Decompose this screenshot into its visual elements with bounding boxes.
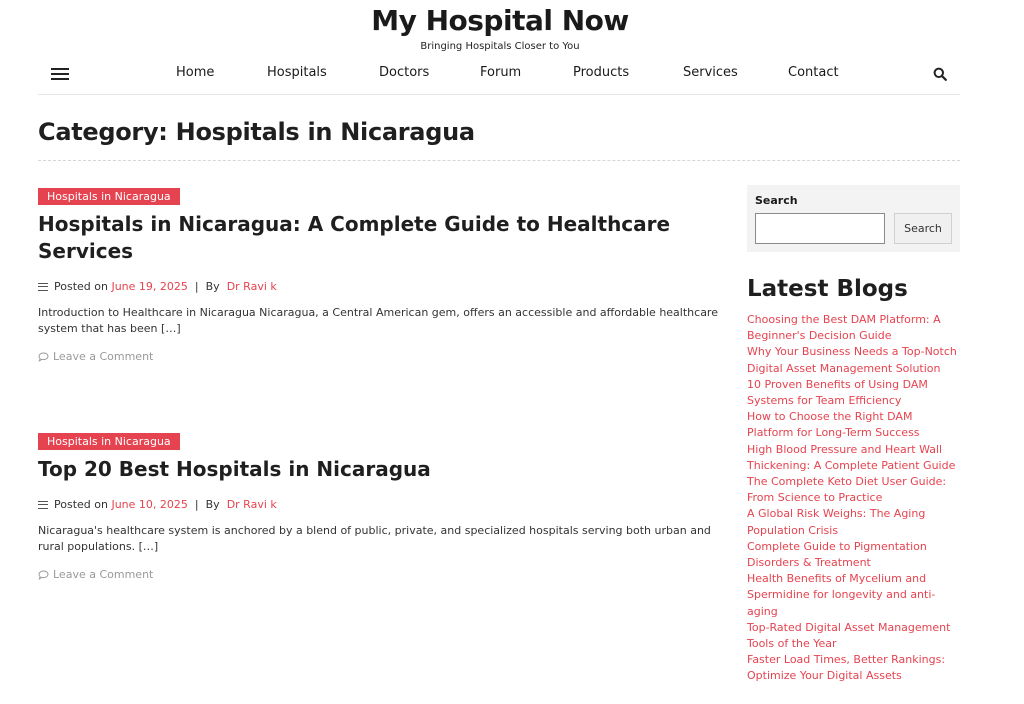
- post-excerpt: Nicaragua's healthcare system is anchore…: [38, 524, 711, 553]
- by-label: By: [205, 498, 220, 511]
- post-meta: Posted on June 19, 2025 | By Dr Ravi k: [38, 280, 718, 293]
- site-tagline: Bringing Hospitals Closer to You: [420, 41, 580, 52]
- nav-doctors[interactable]: Doctors: [379, 65, 429, 80]
- blog-link[interactable]: High Blood Pressure and Heart Wall Thick…: [747, 442, 960, 474]
- latest-blogs-list: Choosing the Best DAM Platform: A Beginn…: [747, 312, 960, 685]
- post-title[interactable]: Top 20 Best Hospitals in Nicaragua: [38, 456, 718, 483]
- post-card: Hospitals in Nicaragua Hospitals in Nica…: [38, 185, 718, 363]
- meta-separator: |: [194, 498, 199, 511]
- blog-link[interactable]: Health Benefits of Mycelium and Spermidi…: [747, 571, 960, 620]
- blog-link[interactable]: Faster Load Times, Better Rankings: Opti…: [747, 652, 960, 684]
- search-widget-label: Search: [755, 194, 798, 207]
- blog-link[interactable]: Choosing the Best DAM Platform: A Beginn…: [747, 312, 960, 344]
- site-title[interactable]: My Hospital Now: [0, 4, 1000, 37]
- meta-menu-icon: [38, 282, 48, 291]
- sidebar-search-input[interactable]: [755, 213, 885, 244]
- post-title[interactable]: Hospitals in Nicaragua: A Complete Guide…: [38, 211, 718, 265]
- post-excerpt: Introduction to Healthcare in Nicaragua …: [38, 306, 718, 335]
- nav-products[interactable]: Products: [573, 65, 629, 80]
- blog-link[interactable]: Top-Rated Digital Asset Management Tools…: [747, 620, 960, 652]
- leave-comment-link[interactable]: Leave a Comment: [38, 350, 718, 363]
- search-icon[interactable]: [933, 67, 947, 81]
- blog-link[interactable]: 10 Proven Benefits of Using DAM Systems …: [747, 377, 960, 409]
- meta-separator: |: [194, 280, 199, 293]
- blog-link[interactable]: How to Choose the Right DAM Platform for…: [747, 409, 960, 441]
- comment-label[interactable]: Leave a Comment: [53, 350, 153, 363]
- hamburger-icon[interactable]: [51, 68, 69, 81]
- post-author[interactable]: Dr Ravi k: [227, 280, 277, 293]
- comment-icon: [38, 569, 49, 580]
- main-nav: Home Hospitals Doctors Forum Products Se…: [38, 58, 960, 95]
- page-title: Category: Hospitals in Nicaragua: [38, 118, 475, 146]
- nav-forum[interactable]: Forum: [480, 65, 521, 80]
- meta-menu-icon: [38, 500, 48, 509]
- post-meta: Posted on June 10, 2025 | By Dr Ravi k: [38, 498, 718, 511]
- post-date[interactable]: June 19, 2025: [111, 280, 187, 293]
- title-divider: [38, 160, 960, 161]
- blog-link[interactable]: Complete Guide to Pigmentation Disorders…: [747, 539, 960, 571]
- comment-icon: [38, 351, 49, 362]
- sidebar-search-widget: Search Search: [747, 185, 960, 252]
- sidebar-search-button[interactable]: Search: [894, 213, 952, 244]
- category-badge[interactable]: Hospitals in Nicaragua: [38, 433, 180, 450]
- nav-contact[interactable]: Contact: [788, 65, 839, 80]
- post-card: Hospitals in Nicaragua Top 20 Best Hospi…: [38, 430, 718, 581]
- category-badge[interactable]: Hospitals in Nicaragua: [38, 188, 180, 205]
- posted-on-label: Posted on: [54, 498, 108, 511]
- latest-blogs-heading: Latest Blogs: [747, 276, 908, 302]
- nav-hospitals[interactable]: Hospitals: [267, 65, 327, 80]
- nav-home[interactable]: Home: [176, 65, 214, 80]
- by-label: By: [205, 280, 220, 293]
- post-author[interactable]: Dr Ravi k: [227, 498, 277, 511]
- posted-on-label: Posted on: [54, 280, 108, 293]
- blog-link[interactable]: Why Your Business Needs a Top-Notch Digi…: [747, 344, 960, 376]
- blog-link[interactable]: A Global Risk Weighs: The Aging Populati…: [747, 506, 960, 538]
- blog-link[interactable]: The Complete Keto Diet User Guide: From …: [747, 474, 960, 506]
- nav-services[interactable]: Services: [683, 65, 738, 80]
- leave-comment-link[interactable]: Leave a Comment: [38, 568, 718, 581]
- post-date[interactable]: June 10, 2025: [111, 498, 187, 511]
- comment-label[interactable]: Leave a Comment: [53, 568, 153, 581]
